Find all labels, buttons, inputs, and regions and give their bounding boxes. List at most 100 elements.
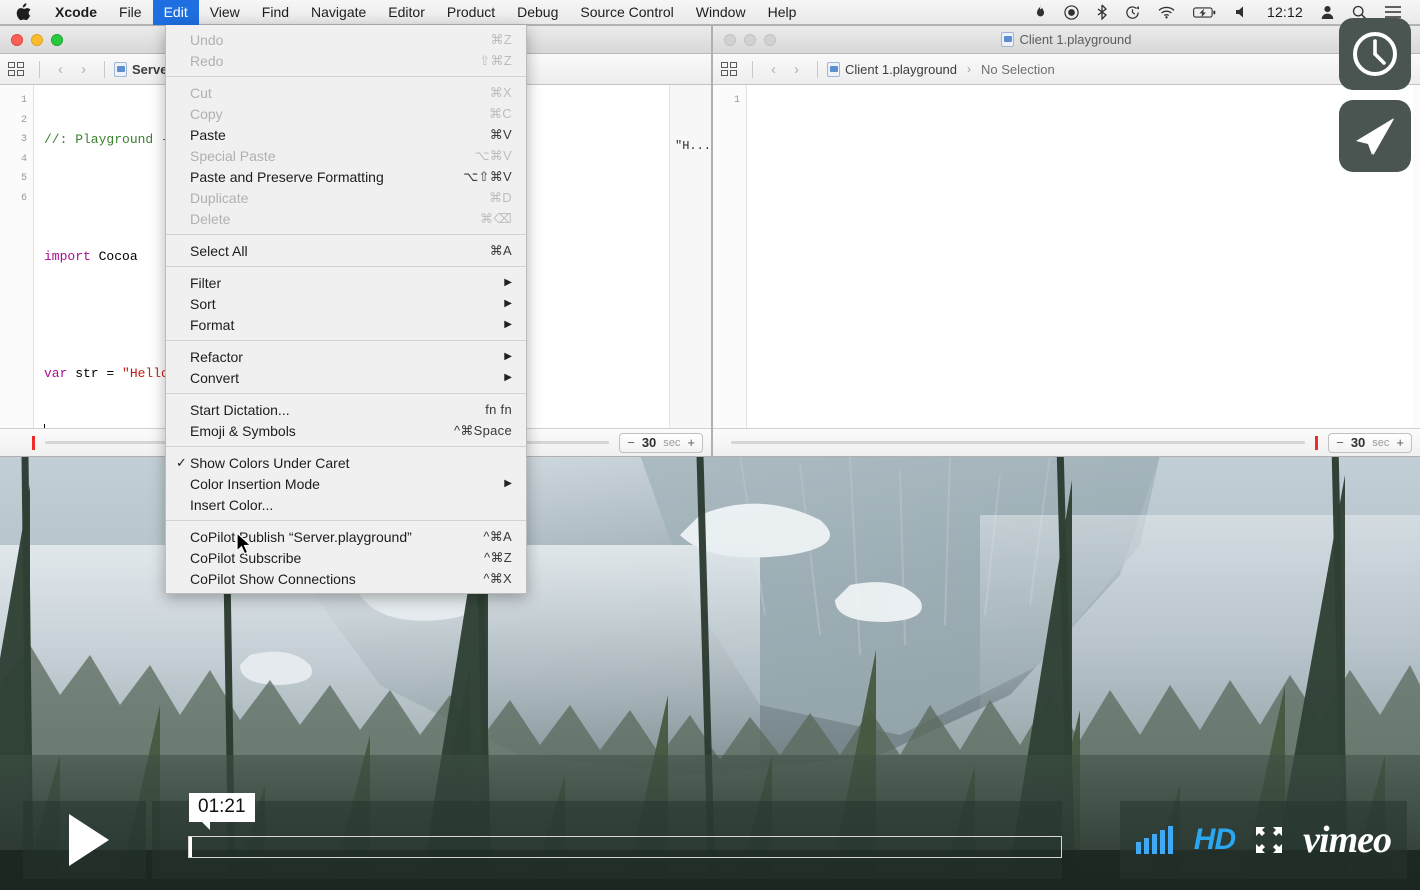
vimeo-logo[interactable]: vimeo [1303, 818, 1391, 862]
bluetooth-icon[interactable] [1088, 0, 1116, 25]
menu-item-convert[interactable]: Convert ▶ [166, 367, 526, 388]
menubar-item-product[interactable]: Product [436, 0, 506, 25]
left-window-traffic-lights[interactable] [0, 34, 63, 46]
decrement-button[interactable]: − [627, 435, 635, 450]
menu-item-label: Paste and Preserve Formatting [189, 169, 463, 185]
right-duration-stepper[interactable]: − 30 sec + [1328, 433, 1412, 453]
timeline-track[interactable] [731, 441, 1305, 444]
record-icon[interactable] [1055, 0, 1088, 25]
close-button[interactable] [724, 34, 736, 46]
wifi-icon[interactable] [1149, 0, 1184, 25]
close-button[interactable] [11, 34, 23, 46]
menu-item-duplicate[interactable]: Duplicate ⌘D [166, 187, 526, 208]
right-vertical-scrollbar[interactable] [1413, 85, 1420, 428]
progress-playhead[interactable] [189, 837, 192, 857]
menu-item-copilot-show-connections[interactable]: CoPilot Show Connections ^⌘X [166, 568, 526, 589]
menu-item-redo[interactable]: Redo ⇧⌘Z [166, 50, 526, 71]
left-duration-stepper[interactable]: − 30 sec + [619, 433, 703, 453]
vimeo-player-controls[interactable]: 01:21 HD [0, 790, 1420, 890]
timeline-playhead[interactable] [32, 436, 35, 450]
progress-bar[interactable]: 01:21 [188, 836, 1062, 858]
play-button[interactable] [23, 801, 146, 879]
menu-item-copy[interactable]: Copy ⌘C [166, 103, 526, 124]
decrement-button[interactable]: − [1336, 435, 1344, 450]
increment-button[interactable]: + [687, 435, 695, 450]
record-glyph [1064, 5, 1079, 20]
menu-item-sort[interactable]: Sort ▶ [166, 293, 526, 314]
window-client1-playground[interactable]: Client 1.playground ‹ › Client 1.playgro… [712, 25, 1420, 457]
menubar-clock[interactable]: 12:12 [1258, 4, 1312, 20]
fullscreen-button[interactable] [1256, 827, 1282, 853]
menubar-item-help[interactable]: Help [757, 0, 808, 25]
hd-toggle-button[interactable]: HD [1194, 823, 1235, 857]
navigator-toggle-icon[interactable] [721, 61, 739, 77]
battery-icon[interactable] [1184, 0, 1226, 25]
right-window-traffic-lights[interactable] [713, 34, 776, 46]
back-chevron-icon[interactable]: ‹ [49, 61, 72, 78]
menu-item-undo[interactable]: Undo ⌘Z [166, 29, 526, 50]
menu-item-label: Select All [189, 243, 490, 259]
menu-separator [166, 520, 526, 521]
menu-item-refactor[interactable]: Refactor ▶ [166, 346, 526, 367]
menu-item-emoji-and-symbols[interactable]: Emoji & Symbols ^⌘Space [166, 420, 526, 441]
macos-menubar[interactable]: Xcode File Edit View Find Navigate Edito… [0, 0, 1420, 25]
edit-dropdown-menu[interactable]: Undo ⌘Z Redo ⇧⌘Z Cut ⌘X Copy ⌘C Paste ⌘V… [165, 25, 527, 594]
menu-item-delete[interactable]: Delete ⌘⌫ [166, 208, 526, 229]
flame-icon[interactable] [1026, 0, 1055, 25]
navigator-toggle-icon[interactable] [8, 61, 26, 77]
zoom-button[interactable] [764, 34, 776, 46]
volume-bar [1144, 838, 1149, 854]
menu-item-cut[interactable]: Cut ⌘X [166, 82, 526, 103]
line-number: 2 [0, 111, 33, 131]
code-identifier: Cocoa [91, 249, 138, 264]
menu-item-show-colors-under-caret[interactable]: ✓ Show Colors Under Caret [166, 452, 526, 473]
menu-item-color-insertion-mode[interactable]: Color Insertion Mode ▶ [166, 473, 526, 494]
menu-item-copilot-subscribe[interactable]: CoPilot Subscribe ^⌘Z [166, 547, 526, 568]
flame-glyph [1035, 4, 1046, 20]
minimize-button[interactable] [744, 34, 756, 46]
menubar-item-navigate[interactable]: Navigate [300, 0, 377, 25]
menu-item-copilot-publish[interactable]: CoPilot Publish “Server.playground” ^⌘A [166, 526, 526, 547]
menubar-item-edit[interactable]: Edit [153, 0, 199, 25]
scrubber-area[interactable]: 01:21 [152, 801, 1062, 879]
menu-item-paste[interactable]: Paste ⌘V [166, 124, 526, 145]
menu-item-insert-color[interactable]: Insert Color... [166, 494, 526, 515]
right-window-titlebar[interactable]: Client 1.playground [713, 26, 1420, 54]
right-editor[interactable]: 1 [713, 85, 1420, 428]
menubar-item-find[interactable]: Find [251, 0, 300, 25]
menu-item-label: CoPilot Subscribe [189, 550, 484, 566]
menubar-item-xcode[interactable]: Xcode [44, 0, 108, 25]
menu-item-select-all[interactable]: Select All ⌘A [166, 240, 526, 261]
forward-chevron-icon[interactable]: › [785, 61, 808, 78]
user-icon[interactable] [1312, 0, 1343, 25]
menubar-item-window[interactable]: Window [685, 0, 757, 25]
menubar-item-file[interactable]: File [108, 0, 153, 25]
right-breadcrumb[interactable]: Client 1.playground › No Selection [827, 62, 1055, 77]
send-floating-button[interactable] [1339, 100, 1411, 172]
player-right-controls[interactable]: HD vimeo [1120, 801, 1407, 879]
menubar-item-source-control[interactable]: Source Control [569, 0, 684, 25]
forward-chevron-icon[interactable]: › [72, 61, 95, 78]
zoom-button[interactable] [51, 34, 63, 46]
menu-item-filter[interactable]: Filter ▶ [166, 272, 526, 293]
minimize-button[interactable] [31, 34, 43, 46]
right-bottom-bar[interactable]: − 30 sec + [713, 428, 1420, 456]
apple-menu-icon[interactable] [0, 0, 44, 25]
increment-button[interactable]: + [1396, 435, 1404, 450]
menu-item-start-dictation[interactable]: Start Dictation... fn fn [166, 399, 526, 420]
menubar-item-debug[interactable]: Debug [506, 0, 569, 25]
volume-icon[interactable] [1226, 0, 1258, 25]
menu-item-paste-and-preserve-formatting[interactable]: Paste and Preserve Formatting ⌥⇧⌘V [166, 166, 526, 187]
right-window-toolbar[interactable]: ‹ › Client 1.playground › No Selection [713, 54, 1420, 85]
volume-control[interactable] [1136, 826, 1173, 854]
menubar-item-editor[interactable]: Editor [377, 0, 436, 25]
menu-separator [166, 76, 526, 77]
menu-item-special-paste[interactable]: Special Paste ⌥⌘V [166, 145, 526, 166]
menu-item-format[interactable]: Format ▶ [166, 314, 526, 335]
time-machine-icon[interactable] [1116, 0, 1149, 25]
timeline-playhead[interactable] [1315, 436, 1318, 450]
history-floating-button[interactable] [1339, 18, 1411, 90]
right-code-area[interactable] [747, 85, 1420, 428]
back-chevron-icon[interactable]: ‹ [762, 61, 785, 78]
menubar-item-view[interactable]: View [199, 0, 251, 25]
